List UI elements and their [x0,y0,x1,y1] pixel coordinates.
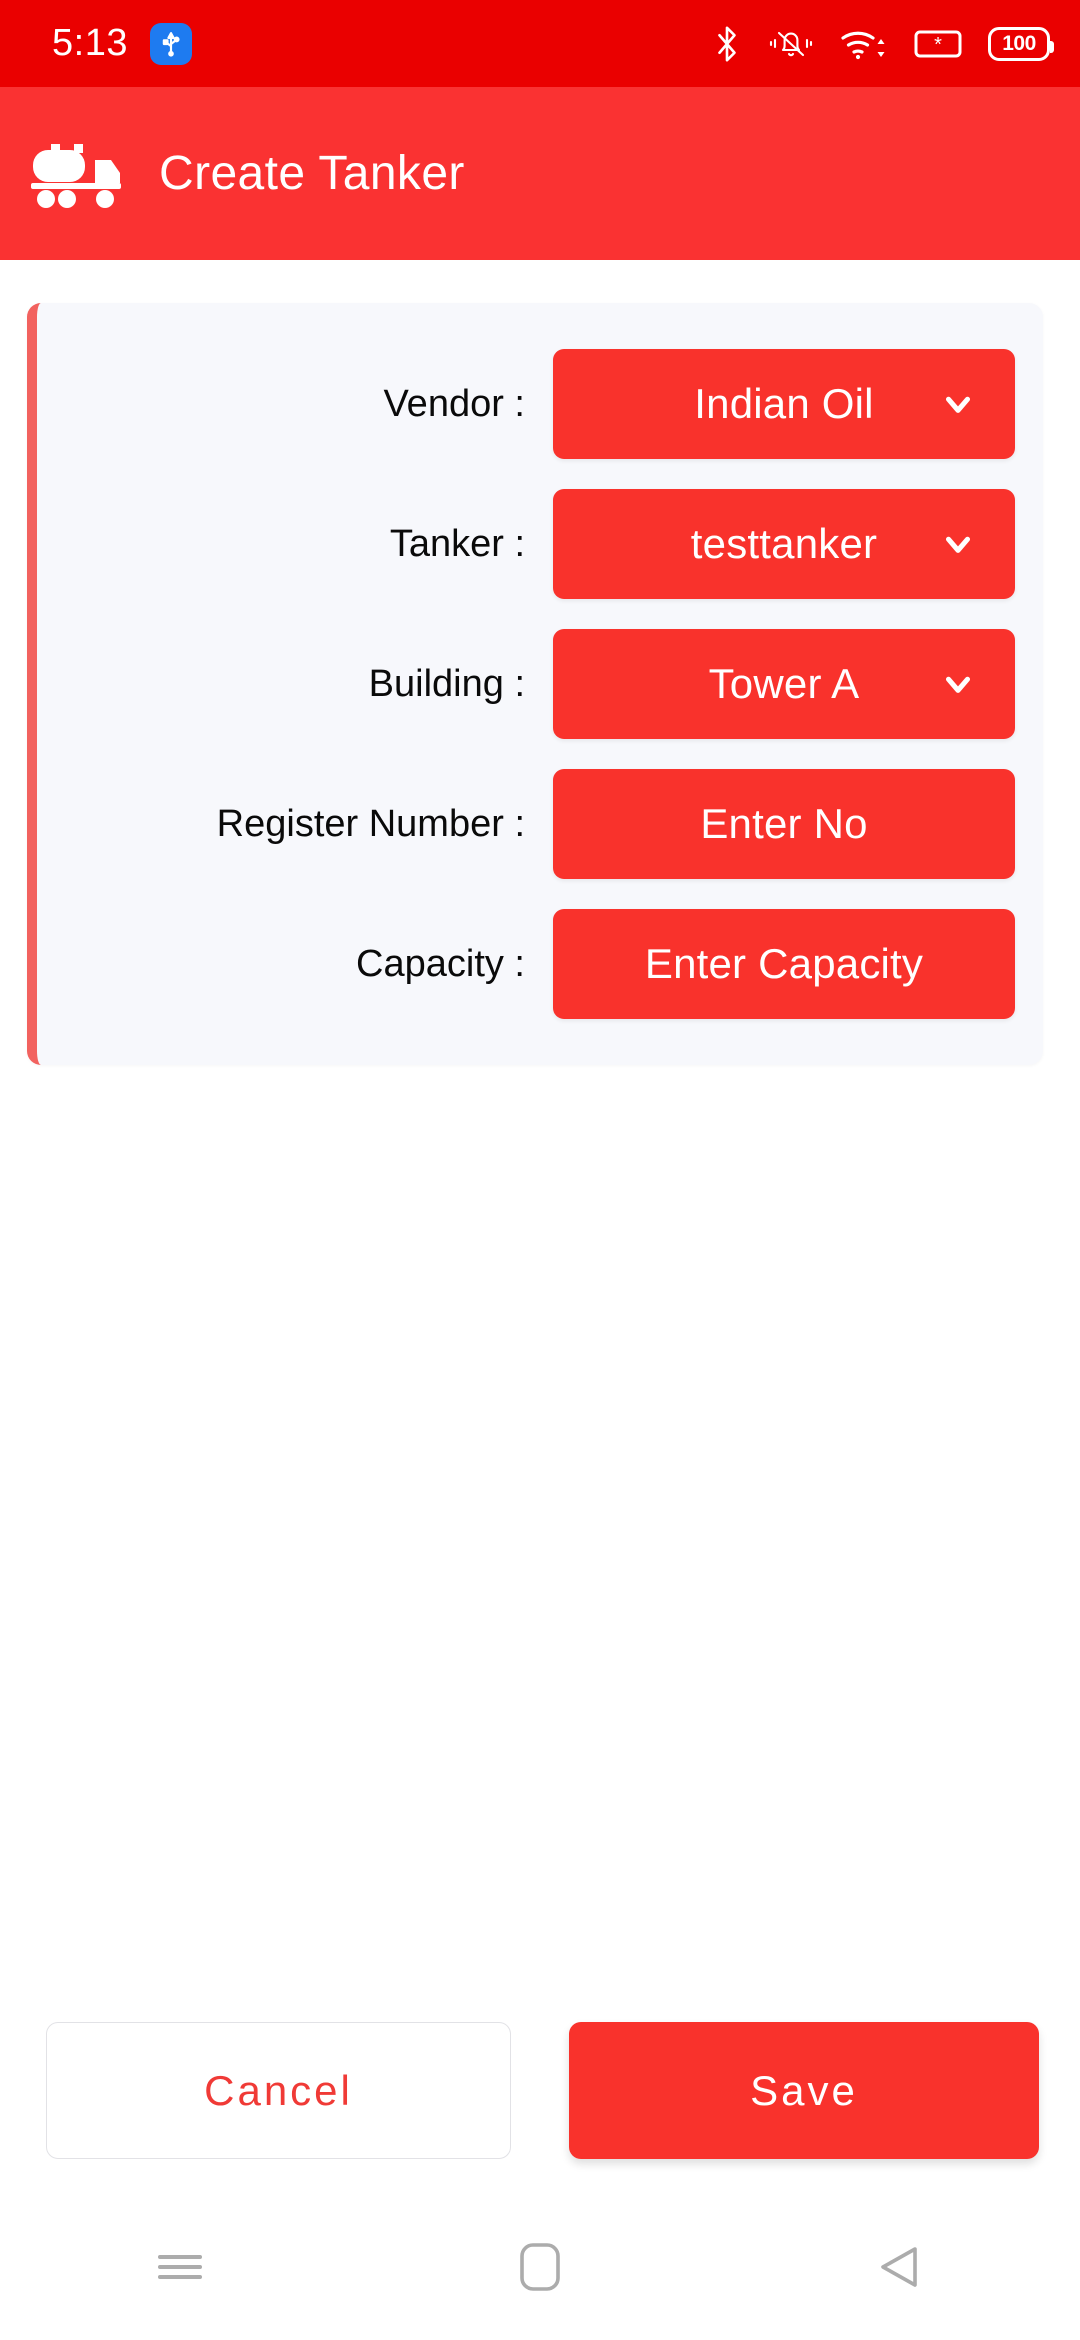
vendor-dropdown[interactable]: Indian Oil [553,349,1015,459]
back-button[interactable] [720,2193,1080,2340]
svg-text:*: * [934,34,942,56]
wifi-icon [840,25,888,63]
phone-screen: 5:13 * 100 Create Tanker Vendor: Indian… [0,0,1080,2340]
form-row-capacity: Capacity : Enter Capacity [37,909,1015,1019]
register-number-label: Register Number : [216,802,525,845]
chevron-down-icon [939,525,977,563]
recents-button[interactable] [0,2193,360,2340]
content-area: Vendor : Indian Oil Tanker : testtanker [0,260,1080,2193]
back-icon [875,2242,925,2292]
page-title: Create Tanker [159,147,465,200]
tanker-label: Tanker : [389,522,525,565]
vendor-value: Indian Oil [694,380,874,427]
usb-icon [149,22,192,65]
action-bar: Cancel Save [0,1988,1080,2193]
building-value: Tower A [708,660,860,707]
tanker-dropdown[interactable]: testtanker [553,489,1015,599]
status-bar-right: * 100 [712,24,1054,64]
status-bar-left: 5:13 [52,22,192,65]
home-icon [519,2242,561,2292]
vibrate-mute-icon [768,25,814,63]
building-dropdown[interactable]: Tower A [553,629,1015,739]
capacity-label: Capacity : [356,942,525,985]
bluetooth-icon [712,24,742,64]
tanker-value: testtanker [690,520,878,567]
system-nav-bar [0,2193,1080,2340]
building-label: Building : [368,662,525,705]
save-button[interactable]: Save [569,2022,1039,2159]
register-number-input[interactable]: Enter No [553,769,1015,879]
chevron-down-icon [939,665,977,703]
form-row-vendor: Vendor : Indian Oil [37,349,1015,459]
sim-signal-icon: * [914,27,962,61]
battery-icon: 100 [988,26,1054,61]
capacity-input[interactable]: Enter Capacity [553,909,1015,1019]
tanker-truck-icon [25,136,125,211]
register-number-placeholder: Enter No [700,800,868,847]
app-bar: Create Tanker [0,87,1080,260]
capacity-placeholder: Enter Capacity [644,940,924,987]
status-clock: 5:13 [52,22,128,64]
battery-level: 100 [1002,32,1036,55]
tanker-form-card: Vendor : Indian Oil Tanker : testtanker [27,303,1043,1065]
form-row-building: Building : Tower A [37,629,1015,739]
vendor-label: Vendor : [383,382,525,425]
form-row-tanker: Tanker : testtanker [37,489,1015,599]
chevron-down-icon [939,385,977,423]
cancel-button[interactable]: Cancel [46,2022,511,2159]
status-bar: 5:13 * 100 [0,0,1080,87]
form-row-register-number: Register Number : Enter No [37,769,1015,879]
recents-icon [156,2249,204,2285]
home-button[interactable] [360,2193,720,2340]
